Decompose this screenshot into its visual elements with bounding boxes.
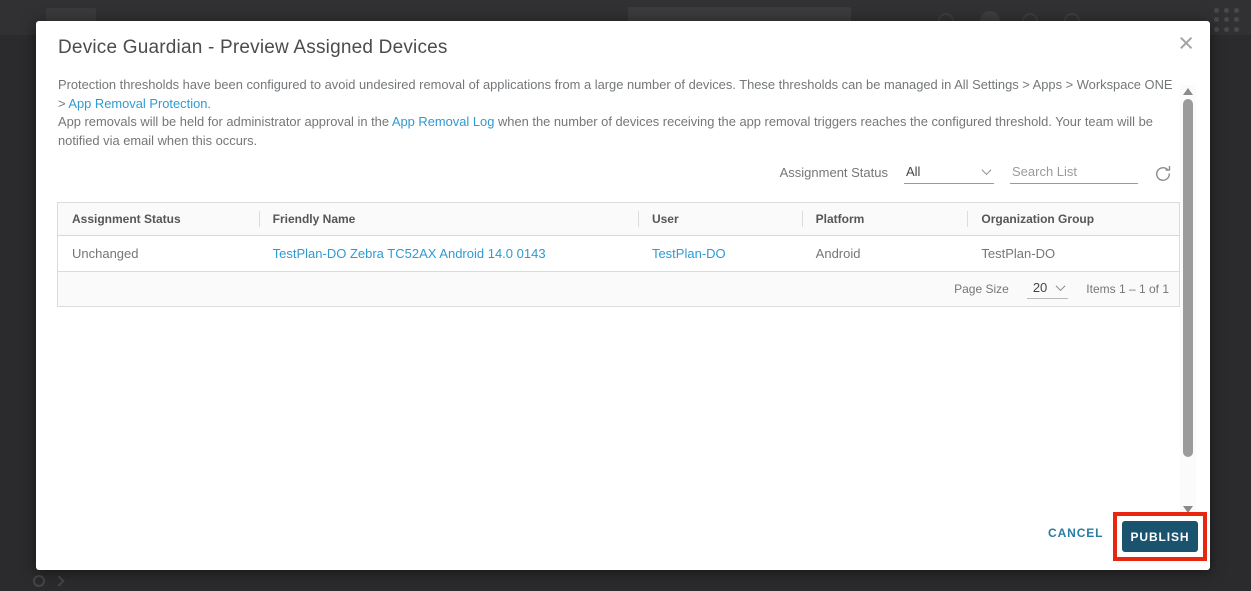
assignment-status-value: All [906,164,920,179]
cancel-button[interactable]: CANCEL [1048,526,1103,540]
app-removal-log-link[interactable]: App Removal Log [392,114,494,129]
chevron-down-icon [982,165,992,175]
col-assignment-status: Assignment Status [58,203,259,235]
refresh-icon[interactable] [1154,165,1172,183]
list-filter-bar: Assignment Status All [780,164,1172,184]
search-input[interactable] [1010,164,1138,184]
table-pagination: Page Size 20 Items 1 – 1 of 1 [58,272,1179,306]
table-row: Unchanged TestPlan-DO Zebra TC52AX Andro… [58,236,1179,272]
dimmed-info-icon [33,575,45,587]
user-link[interactable]: TestPlan-DO [652,246,726,261]
col-friendly-name: Friendly Name [259,203,638,235]
scroll-up-icon[interactable] [1183,88,1193,95]
page-size-label: Page Size [954,282,1009,296]
cell-platform: Android [802,236,968,271]
cell-assignment-status: Unchanged [58,236,259,271]
col-platform: Platform [802,203,968,235]
scrollbar-thumb[interactable] [1183,99,1193,457]
close-icon[interactable]: × [1178,29,1194,57]
device-friendly-name-link[interactable]: TestPlan-DO Zebra TC52AX Android 14.0 01… [273,246,546,261]
items-count: Items 1 – 1 of 1 [1086,282,1169,296]
threshold-description: Protection thresholds have been configur… [58,76,1176,150]
app-removal-protection-link[interactable]: App Removal Protection. [68,96,211,111]
col-organization-group: Organization Group [967,203,1179,235]
description-p1-text: Protection thresholds have been configur… [58,77,1173,111]
cell-organization-group: TestPlan-DO [967,236,1179,271]
page-size-select[interactable]: 20 [1027,280,1068,299]
assignment-status-select[interactable]: All [904,164,994,184]
chevron-down-icon [1056,281,1066,291]
preview-assigned-devices-dialog: Device Guardian - Preview Assigned Devic… [36,21,1210,570]
dialog-title: Device Guardian - Preview Assigned Devic… [58,37,448,59]
page-size-value: 20 [1033,280,1047,295]
table-header-row: Assignment Status Friendly Name User Pla… [58,203,1179,236]
vertical-scrollbar[interactable] [1180,85,1196,516]
app-launcher-icon [1212,6,1242,34]
assignment-status-label: Assignment Status [780,165,888,184]
scroll-down-icon[interactable] [1183,506,1193,513]
dimmed-chevron-icon [53,575,64,586]
assigned-devices-table: Assignment Status Friendly Name User Pla… [57,202,1180,307]
description-p2-pre: App removals will be held for administra… [58,114,392,129]
publish-button[interactable]: PUBLISH [1122,521,1198,552]
col-user: User [638,203,802,235]
